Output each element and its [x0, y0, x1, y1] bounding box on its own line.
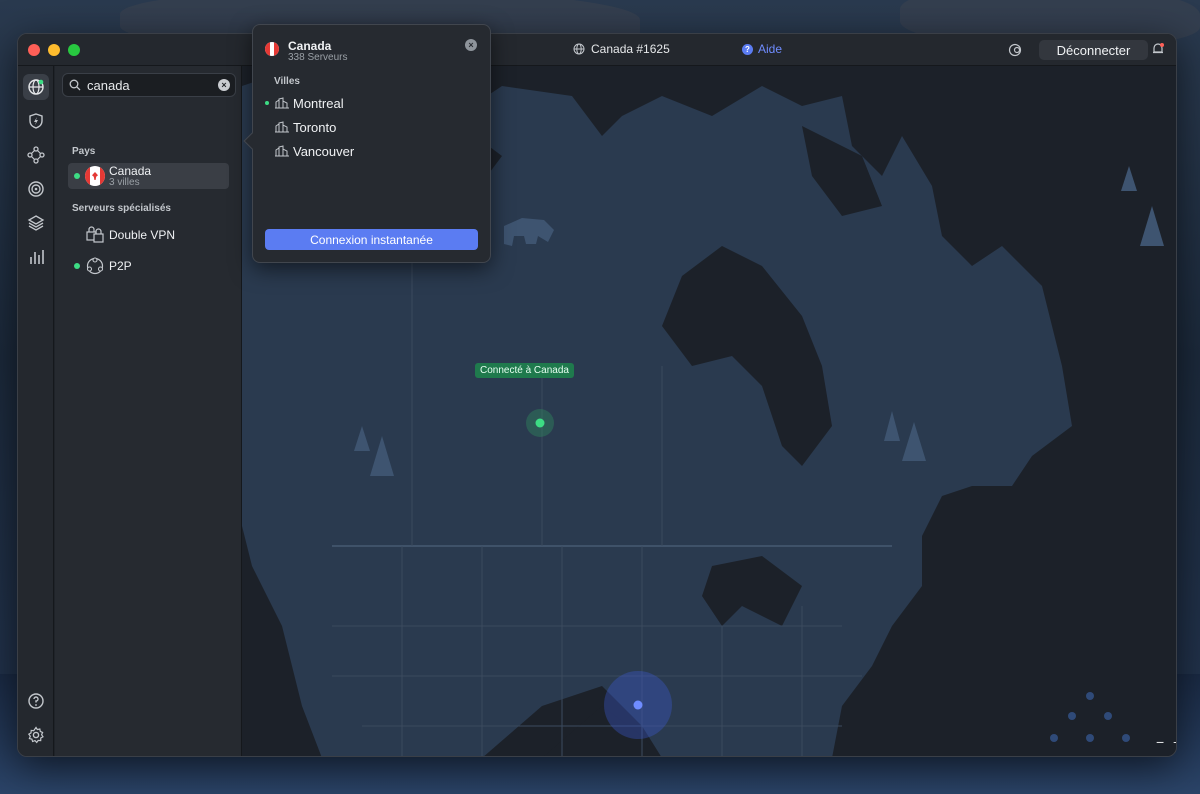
popup-country-name: Canada [288, 39, 332, 53]
quick-connect-button[interactable]: Connexion instantanée [265, 229, 478, 250]
specialty-row-p2p[interactable]: P2P [68, 255, 229, 277]
server-dots [1050, 692, 1130, 742]
cities-section-title: Villes [274, 76, 300, 87]
minimize-window-button[interactable] [48, 44, 60, 56]
layers-icon [27, 215, 45, 231]
split-tunneling-nav-button[interactable] [23, 210, 49, 236]
countries-section-title: Pays [72, 146, 96, 157]
notifications-bell-icon[interactable] [1151, 42, 1165, 61]
connected-location-pin[interactable] [535, 418, 545, 428]
globe-nav-button[interactable] [23, 74, 49, 100]
help-label: Aide [758, 42, 783, 56]
clear-search-icon[interactable]: × [218, 79, 230, 91]
city-row-vancouver[interactable]: Vancouver [275, 142, 354, 160]
statistics-nav-button[interactable] [23, 244, 49, 270]
shield-bolt-icon [29, 113, 43, 129]
meshnet-nav-button[interactable] [23, 142, 49, 168]
country-cities-count: 3 villes [109, 177, 140, 188]
server-sidebar: × Pays Canada 3 villes Serveurs spéciali… [55, 66, 250, 756]
window-controls [28, 44, 80, 56]
connected-tooltip: Connecté à Canada [475, 363, 574, 378]
specialty-row-double-vpn[interactable]: Double VPN [68, 224, 229, 246]
canada-flag-icon [85, 166, 105, 186]
city-name: Montreal [293, 95, 344, 111]
meshnet-icon[interactable] [1008, 43, 1022, 62]
canada-flag-icon [265, 42, 279, 56]
globe-icon [573, 43, 585, 55]
question-bubble-icon [28, 693, 44, 709]
specialty-label: Double VPN [109, 228, 176, 242]
search-input[interactable] [87, 77, 212, 93]
help-icon: ? [742, 43, 753, 55]
zoom-in-button[interactable]: + [1173, 734, 1176, 750]
help-link[interactable]: ? Aide [742, 42, 782, 56]
specialty-section-title: Serveurs spécialisés [72, 203, 171, 214]
specialty-label: P2P [109, 259, 132, 273]
city-name: Vancouver [293, 143, 355, 159]
current-server: Canada #1625 [573, 42, 670, 56]
gear-icon [27, 726, 44, 744]
search-icon [69, 79, 81, 91]
active-city-dot [265, 101, 269, 105]
connected-dot [74, 173, 80, 179]
city-row-montreal[interactable]: Montreal [275, 94, 344, 112]
city-name: Toronto [293, 119, 337, 135]
popup-server-count: 338 Serveurs [288, 52, 348, 63]
country-name: Canada [109, 164, 152, 178]
disconnect-button[interactable]: Déconnecter [1039, 40, 1148, 60]
mesh-network-icon [27, 146, 45, 164]
close-popup-icon[interactable]: × [465, 39, 477, 51]
bar-chart-icon [30, 250, 44, 264]
search-box: × [62, 73, 236, 97]
connected-dot [74, 263, 80, 269]
city-skyline-icon [275, 121, 289, 133]
country-row-canada[interactable]: Canada 3 villes [68, 163, 229, 189]
user-location-pin [633, 700, 643, 710]
zoom-out-button[interactable]: − [1156, 734, 1164, 750]
city-skyline-icon [275, 97, 289, 109]
titlebar: Canada #1625 ? Aide Déconnecter [18, 34, 1176, 66]
threat-protection-nav-button[interactable] [23, 108, 49, 134]
target-icon [28, 181, 44, 197]
globe-icon [28, 79, 44, 95]
country-popup: Canada 338 Serveurs × Villes Montreal To… [243, 24, 491, 263]
double-lock-icon [86, 226, 104, 243]
help-nav-button[interactable] [23, 688, 49, 714]
city-skyline-icon [275, 145, 289, 157]
current-server-label: Canada #1625 [591, 42, 670, 56]
dark-web-monitor-nav-button[interactable] [23, 176, 49, 202]
city-row-toronto[interactable]: Toronto [275, 118, 336, 136]
settings-nav-button[interactable] [23, 722, 49, 748]
app-window: Canada #1625 ? Aide Déconnecter canada ×… [17, 33, 1177, 757]
close-window-button[interactable] [28, 44, 40, 56]
nav-rail [18, 66, 54, 756]
p2p-icon [86, 257, 104, 275]
zoom-window-button[interactable] [68, 44, 80, 56]
